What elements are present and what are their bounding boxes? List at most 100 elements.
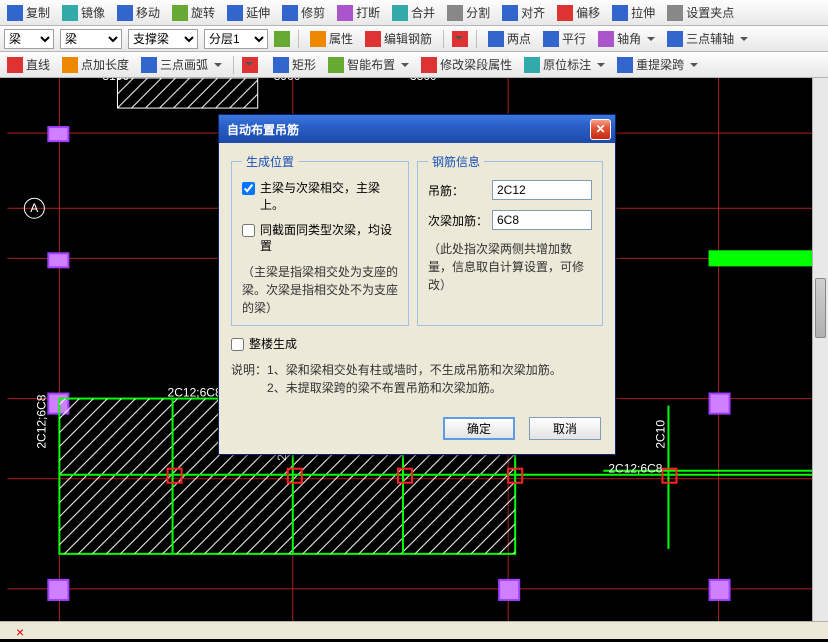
rect-icon — [273, 57, 289, 73]
copy-icon — [7, 5, 23, 21]
offset-button[interactable]: 偏移 — [554, 2, 603, 23]
threearc-button[interactable]: 三点画弧 — [138, 54, 225, 75]
offset-icon — [557, 5, 573, 21]
origlabel-button[interactable]: 原位标注 — [521, 54, 608, 75]
dim-1: 3100 — [102, 78, 129, 83]
props-button[interactable]: 属性 — [307, 28, 356, 49]
toolbar-draw: 直线 点加长度 三点画弧 矩形 智能布置 修改梁段属性 原位标注 重提梁跨 — [0, 52, 828, 78]
svg-text:2C12;6C8: 2C12;6C8 — [608, 462, 662, 476]
svg-text:2C12;6C8: 2C12;6C8 — [34, 394, 48, 448]
break-icon — [337, 5, 353, 21]
rebar-icon — [365, 31, 381, 47]
dialog-title: 自动布置吊筋 — [227, 121, 299, 138]
diaojin-label: 吊筋： — [428, 182, 488, 199]
axisangle-button[interactable]: 轴角 — [595, 28, 658, 49]
extend-icon — [227, 5, 243, 21]
svg-text:2C12;6C8: 2C12;6C8 — [168, 386, 222, 400]
position-note: （主梁是指梁相交处为支座的梁。次梁是指相交处不为支座的梁） — [242, 263, 398, 317]
rotate-button[interactable]: 旋转 — [169, 2, 218, 23]
chk-whole-input[interactable] — [231, 338, 244, 351]
trim-button[interactable]: 修剪 — [279, 2, 328, 23]
rebar-group: 钢筋信息 吊筋： 次梁加筋： （此处指次梁两侧共增加数量，信息取自计算设置，可修… — [417, 153, 603, 326]
ok-button[interactable]: 确定 — [443, 417, 515, 440]
beam-select[interactable]: 梁 — [60, 29, 122, 49]
copy-button[interactable]: 复制 — [4, 2, 53, 23]
setgrip-button: 设置夹点 — [664, 2, 737, 23]
chk-whole[interactable]: 整楼生成 — [231, 336, 603, 353]
rextract-button[interactable]: 重提梁跨 — [614, 54, 701, 75]
align-icon — [502, 5, 518, 21]
svg-text:2C10: 2C10 — [653, 420, 667, 449]
support-select[interactable]: 支撑梁 — [128, 29, 198, 49]
arc-icon — [141, 57, 157, 73]
break-button[interactable]: 打断 — [334, 2, 383, 23]
close-icon: ✕ — [595, 122, 605, 136]
line-icon — [7, 57, 23, 73]
rect-button[interactable]: 矩形 — [270, 54, 319, 75]
autoplace-button[interactable]: 智能布置 — [325, 54, 412, 75]
dialog-titlebar[interactable]: 自动布置吊筋 ✕ — [219, 115, 615, 143]
merge-icon — [392, 5, 408, 21]
chk-same-input[interactable] — [242, 224, 255, 237]
toolbar-edit: 复制 镜像 移动 旋转 延伸 修剪 打断 合并 分割 对齐 偏移 拉伸 设置夹点 — [0, 0, 828, 26]
parallel-button[interactable]: 平行 — [540, 28, 589, 49]
status-bar: × — [0, 621, 828, 639]
extend-button[interactable]: 延伸 — [224, 2, 273, 23]
close-button[interactable]: ✕ — [590, 119, 611, 140]
dim-3: 3300 — [410, 78, 437, 83]
twopoint-icon — [488, 31, 504, 47]
corner-dropdown[interactable] — [452, 31, 468, 47]
shape-dropdown[interactable] — [242, 57, 258, 73]
split-icon — [447, 5, 463, 21]
stretch-button[interactable]: 拉伸 — [609, 2, 658, 23]
rotate-icon — [172, 5, 188, 21]
ciliang-input[interactable] — [492, 210, 592, 230]
rextract-icon — [617, 57, 633, 73]
editrebar-button[interactable]: 编辑钢筋 — [362, 28, 435, 49]
threepoint-icon — [667, 31, 683, 47]
move-button[interactable]: 移动 — [114, 2, 163, 23]
auto-rebar-dialog: 自动布置吊筋 ✕ 生成位置 主梁与次梁相交，主梁上。 同截面同类型次梁，均设置 … — [218, 114, 616, 455]
pointlen-icon — [62, 57, 78, 73]
twopoint-button[interactable]: 两点 — [485, 28, 534, 49]
vertical-scrollbar[interactable] — [812, 78, 828, 639]
toolbar-layer: 梁 梁 支撑梁 分层1 属性 编辑钢筋 两点 平行 轴角 三点辅轴 — [0, 26, 828, 52]
status-close-icon[interactable]: × — [16, 624, 24, 640]
grip-icon — [667, 5, 683, 21]
chk-main-input[interactable] — [242, 182, 255, 195]
parallel-icon — [543, 31, 559, 47]
split-button: 分割 — [444, 2, 493, 23]
level-select[interactable]: 分层1 — [204, 29, 268, 49]
threepoint-button[interactable]: 三点辅轴 — [664, 28, 751, 49]
editseg-icon — [421, 57, 437, 73]
rebar-legend: 钢筋信息 — [428, 153, 484, 170]
chk-main[interactable]: 主梁与次梁相交，主梁上。 — [242, 180, 398, 214]
dialog-description: 说明： 1、梁和梁相交处有柱或墙时，不生成吊筋和次梁加筋。 2、未提取梁跨的梁不… — [231, 361, 603, 397]
label-icon — [524, 57, 540, 73]
position-group: 生成位置 主梁与次梁相交，主梁上。 同截面同类型次梁，均设置 （主梁是指梁相交处… — [231, 153, 409, 326]
rebar-note: （此处指次梁两侧共增加数量，信息取自计算设置，可修改） — [428, 240, 592, 294]
eye-icon[interactable] — [274, 31, 290, 47]
position-legend: 生成位置 — [242, 153, 298, 170]
chk-same[interactable]: 同截面同类型次梁，均设置 — [242, 222, 398, 256]
stretch-icon — [612, 5, 628, 21]
align-button[interactable]: 对齐 — [499, 2, 548, 23]
mirror-button[interactable]: 镜像 — [59, 2, 108, 23]
mirror-icon — [62, 5, 78, 21]
line-button[interactable]: 直线 — [4, 54, 53, 75]
dim-2: 3900 — [274, 78, 301, 83]
svg-text:A: A — [30, 201, 38, 215]
scrollbar-thumb[interactable] — [815, 278, 826, 338]
autoplace-icon — [328, 57, 344, 73]
props-icon — [310, 31, 326, 47]
layer-select-1[interactable]: 梁 — [4, 29, 54, 49]
pointlen-button[interactable]: 点加长度 — [59, 54, 132, 75]
move-icon — [117, 5, 133, 21]
ciliang-label: 次梁加筋： — [428, 212, 488, 229]
merge-button[interactable]: 合并 — [389, 2, 438, 23]
angle-icon — [598, 31, 614, 47]
trim-icon — [282, 5, 298, 21]
editseg-button[interactable]: 修改梁段属性 — [418, 54, 515, 75]
cancel-button[interactable]: 取消 — [529, 417, 601, 440]
diaojin-input[interactable] — [492, 180, 592, 200]
